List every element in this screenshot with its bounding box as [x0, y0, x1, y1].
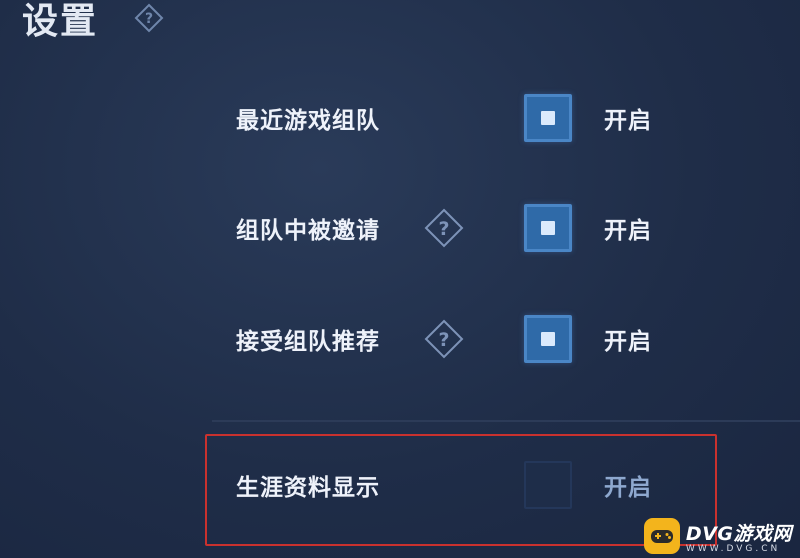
setting-label: 接受组队推荐 [236, 329, 380, 355]
svg-text:?: ? [438, 329, 449, 351]
svg-text:?: ? [438, 218, 449, 240]
setting-row-recent-team: 最近游戏组队 开启 [0, 88, 800, 148]
watermark: DVG游戏网 WWW.DVG.CN [643, 518, 792, 554]
watermark-brand: DVG游戏网 [685, 522, 792, 545]
recent-team-checkbox[interactable] [524, 94, 572, 142]
page-title: 设置 [22, 1, 99, 42]
setting-row-team-invite: 组队中被邀请 ? 开启 [0, 198, 800, 258]
gamepad-icon [643, 518, 680, 554]
team-invite-checkbox[interactable] [524, 204, 572, 252]
setting-label: 最近游戏组队 [236, 108, 380, 134]
settings-header: 设置 ? [22, 0, 164, 44]
team-recommend-checkbox[interactable] [524, 315, 572, 363]
setting-state: 开启 [604, 108, 652, 134]
setting-state: 开启 [604, 218, 652, 244]
highlight-box [205, 434, 717, 546]
section-divider [212, 420, 800, 422]
question-diamond-icon[interactable]: ? [423, 207, 465, 249]
question-diamond-icon[interactable]: ? [423, 318, 465, 360]
svg-text:?: ? [145, 11, 153, 27]
watermark-url: WWW.DVG.CN [685, 543, 781, 554]
setting-label: 组队中被邀请 [236, 218, 380, 244]
setting-state: 开启 [604, 329, 652, 355]
setting-row-team-recommend: 接受组队推荐 ? 开启 [0, 309, 800, 369]
question-diamond-icon[interactable]: ? [134, 3, 164, 33]
